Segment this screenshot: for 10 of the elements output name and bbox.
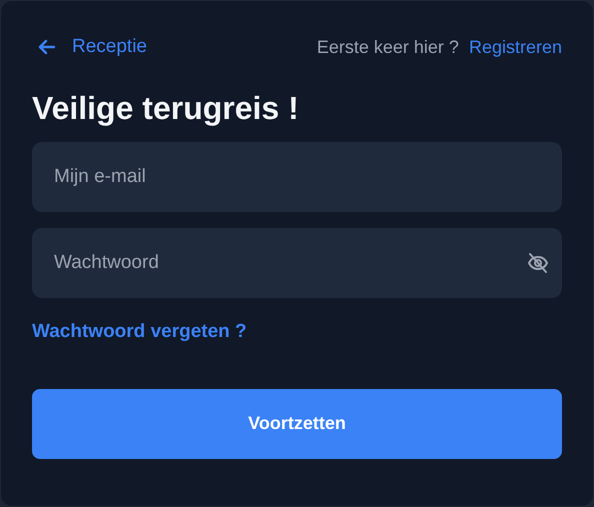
page-title: Veilige terugreis !: [32, 89, 300, 128]
email-field[interactable]: Mijn e-mail: [32, 142, 562, 212]
eye-off-icon[interactable]: [526, 251, 550, 275]
forgot-password-link[interactable]: Wachtwoord vergeten ?: [32, 318, 247, 346]
register-link[interactable]: Registreren: [468, 34, 562, 60]
continue-button[interactable]: Voortzetten: [32, 388, 562, 458]
back-arrow-icon: [38, 39, 56, 55]
back-link[interactable]: Receptie: [32, 32, 147, 62]
register-prompt: Eerste keer hier ?: [316, 36, 459, 58]
password-field[interactable]: Wachtwoord: [32, 228, 562, 298]
